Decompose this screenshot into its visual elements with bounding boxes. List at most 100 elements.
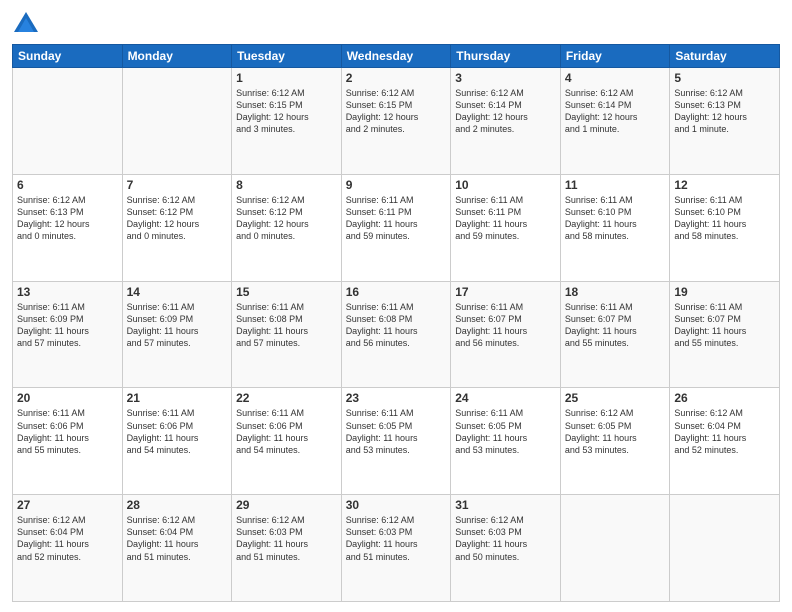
day-info: Sunrise: 6:11 AM Sunset: 6:06 PM Dayligh…	[17, 407, 118, 456]
day-info: Sunrise: 6:11 AM Sunset: 6:07 PM Dayligh…	[455, 301, 556, 350]
day-number: 26	[674, 391, 775, 405]
weekday-header: Sunday	[13, 45, 123, 68]
day-number: 14	[127, 285, 228, 299]
logo-icon	[12, 10, 40, 38]
day-number: 20	[17, 391, 118, 405]
calendar-cell: 20 Sunrise: 6:11 AM Sunset: 6:06 PM Dayli…	[13, 388, 123, 495]
calendar-cell: 13Sunrise: 6:11 AM Sunset: 6:09 PM Dayli…	[13, 281, 123, 388]
calendar-cell: 12 Sunrise: 6:11 AM Sunset: 6:10 PM Dayli…	[670, 174, 780, 281]
day-info: Sunrise: 6:11 AM Sunset: 6:11 PM Dayligh…	[455, 194, 556, 243]
calendar-week-row: 6 Sunrise: 6:12 AM Sunset: 6:13 PM Daylig…	[13, 174, 780, 281]
day-info: Sunrise: 6:12 AM Sunset: 6:04 PM Dayligh…	[17, 514, 118, 563]
calendar-cell: 4 Sunrise: 6:12 AM Sunset: 6:14 PM Daylig…	[560, 68, 670, 175]
weekday-header: Wednesday	[341, 45, 451, 68]
day-info: Sunrise: 6:11 AM Sunset: 6:05 PM Dayligh…	[455, 407, 556, 456]
day-number: 4	[565, 71, 666, 85]
weekday-header: Monday	[122, 45, 232, 68]
day-number: 28	[127, 498, 228, 512]
day-info: Sunrise: 6:11 AM Sunset: 6:09 PM Dayligh…	[17, 301, 118, 350]
calendar-cell: 11 Sunrise: 6:11 AM Sunset: 6:10 PM Dayli…	[560, 174, 670, 281]
calendar-week-row: 13Sunrise: 6:11 AM Sunset: 6:09 PM Dayli…	[13, 281, 780, 388]
day-number: 31	[455, 498, 556, 512]
day-info: Sunrise: 6:12 AM Sunset: 6:14 PM Dayligh…	[565, 87, 666, 136]
calendar-cell	[13, 68, 123, 175]
weekday-header: Thursday	[451, 45, 561, 68]
weekday-header: Friday	[560, 45, 670, 68]
calendar-cell: 25 Sunrise: 6:12 AM Sunset: 6:05 PM Dayli…	[560, 388, 670, 495]
day-number: 27	[17, 498, 118, 512]
day-number: 7	[127, 178, 228, 192]
day-info: Sunrise: 6:11 AM Sunset: 6:06 PM Dayligh…	[127, 407, 228, 456]
day-info: Sunrise: 6:12 AM Sunset: 6:03 PM Dayligh…	[346, 514, 447, 563]
day-number: 30	[346, 498, 447, 512]
day-info: Sunrise: 6:12 AM Sunset: 6:15 PM Dayligh…	[236, 87, 337, 136]
day-info: Sunrise: 6:11 AM Sunset: 6:11 PM Dayligh…	[346, 194, 447, 243]
day-number: 25	[565, 391, 666, 405]
calendar-cell: 10 Sunrise: 6:11 AM Sunset: 6:11 PM Dayli…	[451, 174, 561, 281]
calendar-cell: 2Sunrise: 6:12 AM Sunset: 6:15 PM Daylig…	[341, 68, 451, 175]
day-info: Sunrise: 6:12 AM Sunset: 6:05 PM Dayligh…	[565, 407, 666, 456]
day-number: 23	[346, 391, 447, 405]
calendar-cell	[670, 495, 780, 602]
day-number: 19	[674, 285, 775, 299]
calendar-cell: 28 Sunrise: 6:12 AM Sunset: 6:04 PM Dayli…	[122, 495, 232, 602]
day-number: 6	[17, 178, 118, 192]
day-info: Sunrise: 6:11 AM Sunset: 6:10 PM Dayligh…	[565, 194, 666, 243]
day-number: 10	[455, 178, 556, 192]
day-info: Sunrise: 6:12 AM Sunset: 6:03 PM Dayligh…	[236, 514, 337, 563]
day-info: Sunrise: 6:11 AM Sunset: 6:07 PM Dayligh…	[674, 301, 775, 350]
day-info: Sunrise: 6:12 AM Sunset: 6:03 PM Dayligh…	[455, 514, 556, 563]
page: SundayMondayTuesdayWednesdayThursdayFrid…	[0, 0, 792, 612]
calendar-cell: 3 Sunrise: 6:12 AM Sunset: 6:14 PM Daylig…	[451, 68, 561, 175]
calendar-cell: 6 Sunrise: 6:12 AM Sunset: 6:13 PM Daylig…	[13, 174, 123, 281]
day-number: 2	[346, 71, 447, 85]
calendar-week-row: 1Sunrise: 6:12 AM Sunset: 6:15 PM Daylig…	[13, 68, 780, 175]
calendar-cell: 26 Sunrise: 6:12 AM Sunset: 6:04 PM Dayli…	[670, 388, 780, 495]
day-info: Sunrise: 6:12 AM Sunset: 6:12 PM Dayligh…	[236, 194, 337, 243]
calendar-cell: 7 Sunrise: 6:12 AM Sunset: 6:12 PM Daylig…	[122, 174, 232, 281]
day-number: 24	[455, 391, 556, 405]
calendar-cell: 8Sunrise: 6:12 AM Sunset: 6:12 PM Daylig…	[232, 174, 342, 281]
day-number: 17	[455, 285, 556, 299]
calendar-cell: 29 Sunrise: 6:12 AM Sunset: 6:03 PM Dayli…	[232, 495, 342, 602]
weekday-header: Saturday	[670, 45, 780, 68]
day-info: Sunrise: 6:11 AM Sunset: 6:08 PM Dayligh…	[236, 301, 337, 350]
day-number: 5	[674, 71, 775, 85]
calendar-cell: 22Sunrise: 6:11 AM Sunset: 6:06 PM Dayli…	[232, 388, 342, 495]
day-info: Sunrise: 6:12 AM Sunset: 6:13 PM Dayligh…	[674, 87, 775, 136]
day-number: 15	[236, 285, 337, 299]
calendar-cell	[560, 495, 670, 602]
weekday-header-row: SundayMondayTuesdayWednesdayThursdayFrid…	[13, 45, 780, 68]
calendar-cell: 21 Sunrise: 6:11 AM Sunset: 6:06 PM Dayli…	[122, 388, 232, 495]
calendar-cell: 19 Sunrise: 6:11 AM Sunset: 6:07 PM Dayli…	[670, 281, 780, 388]
day-number: 22	[236, 391, 337, 405]
calendar-cell: 17 Sunrise: 6:11 AM Sunset: 6:07 PM Dayli…	[451, 281, 561, 388]
day-number: 3	[455, 71, 556, 85]
calendar-cell: 5 Sunrise: 6:12 AM Sunset: 6:13 PM Daylig…	[670, 68, 780, 175]
calendar-cell: 24 Sunrise: 6:11 AM Sunset: 6:05 PM Dayli…	[451, 388, 561, 495]
day-info: Sunrise: 6:11 AM Sunset: 6:07 PM Dayligh…	[565, 301, 666, 350]
day-info: Sunrise: 6:12 AM Sunset: 6:13 PM Dayligh…	[17, 194, 118, 243]
day-number: 21	[127, 391, 228, 405]
day-info: Sunrise: 6:12 AM Sunset: 6:04 PM Dayligh…	[127, 514, 228, 563]
day-info: Sunrise: 6:12 AM Sunset: 6:12 PM Dayligh…	[127, 194, 228, 243]
calendar-week-row: 20 Sunrise: 6:11 AM Sunset: 6:06 PM Dayli…	[13, 388, 780, 495]
day-info: Sunrise: 6:12 AM Sunset: 6:04 PM Dayligh…	[674, 407, 775, 456]
day-info: Sunrise: 6:11 AM Sunset: 6:09 PM Dayligh…	[127, 301, 228, 350]
calendar-cell: 16Sunrise: 6:11 AM Sunset: 6:08 PM Dayli…	[341, 281, 451, 388]
calendar-cell: 14 Sunrise: 6:11 AM Sunset: 6:09 PM Dayli…	[122, 281, 232, 388]
calendar-cell	[122, 68, 232, 175]
calendar-cell: 18Sunrise: 6:11 AM Sunset: 6:07 PM Dayli…	[560, 281, 670, 388]
calendar-cell: 9 Sunrise: 6:11 AM Sunset: 6:11 PM Daylig…	[341, 174, 451, 281]
day-number: 11	[565, 178, 666, 192]
day-number: 9	[346, 178, 447, 192]
calendar-cell: 23Sunrise: 6:11 AM Sunset: 6:05 PM Dayli…	[341, 388, 451, 495]
day-info: Sunrise: 6:11 AM Sunset: 6:10 PM Dayligh…	[674, 194, 775, 243]
calendar-table: SundayMondayTuesdayWednesdayThursdayFrid…	[12, 44, 780, 602]
calendar-cell: 30 Sunrise: 6:12 AM Sunset: 6:03 PM Dayli…	[341, 495, 451, 602]
logo	[12, 10, 44, 38]
day-info: Sunrise: 6:12 AM Sunset: 6:14 PM Dayligh…	[455, 87, 556, 136]
day-number: 29	[236, 498, 337, 512]
weekday-header: Tuesday	[232, 45, 342, 68]
day-number: 12	[674, 178, 775, 192]
